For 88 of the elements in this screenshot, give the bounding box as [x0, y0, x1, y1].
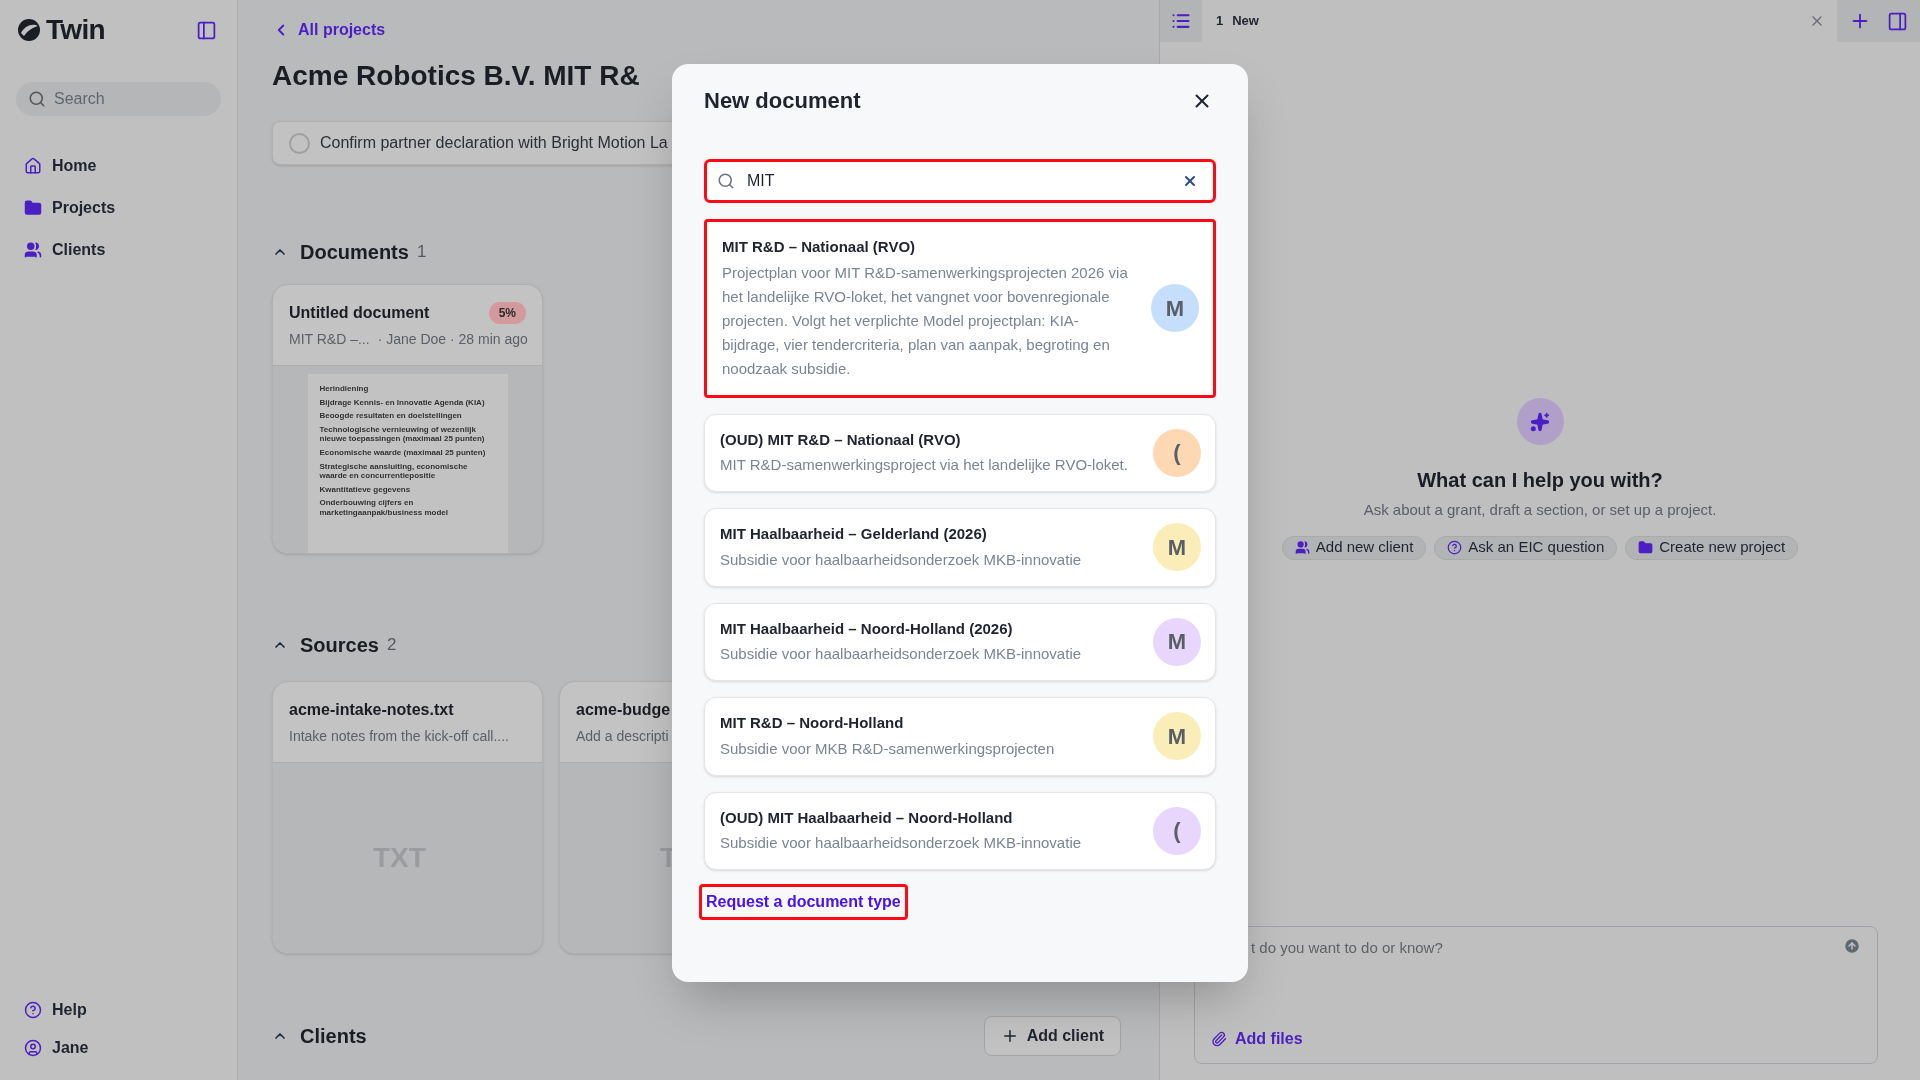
chat-tab[interactable]: 1 New: [1202, 0, 1837, 42]
template-card[interactable]: MIT Haalbaarheid – Noord-Holland (2026) Subsidie voor haalbaarheidsonderzoek MKB-innovatie M: [704, 602, 1216, 681]
template-title: (OUD) MIT R&D – Nationaal (RVO): [720, 429, 962, 450]
template-avatar: M: [1151, 284, 1199, 333]
folder-icon: [24, 199, 42, 217]
nav-item[interactable]: Home: [24, 154, 221, 178]
document-title: Untitled document: [289, 303, 430, 323]
search-icon: [717, 172, 735, 190]
task-label: Confirm partner declaration with Bright Motion La: [320, 133, 668, 153]
add-client-button[interactable]: Add client: [983, 1016, 1121, 1056]
template-avatar: M: [1153, 712, 1201, 761]
nav-item[interactable]: Projects: [24, 196, 221, 220]
request-link[interactable]: Request a document type: [699, 884, 908, 920]
preview-line: Herindiening: [319, 384, 370, 394]
document-meta: · Jane Doe · 28 min ago: [377, 330, 528, 349]
template-avatar: (: [1153, 428, 1201, 477]
template-card[interactable]: (OUD) MIT R&D – Nationaal (RVO) MIT R&D-samenwerkingsproject via het landelijke RVO-loket. (: [704, 413, 1216, 492]
panel-icon[interactable]: [1887, 10, 1908, 32]
suggestion-chip[interactable]: Add new client: [1281, 535, 1427, 560]
sparkle-icon: [1530, 411, 1550, 432]
nav-item[interactable]: Clients: [24, 238, 221, 262]
source-name: acme-budge: [576, 700, 671, 720]
template-title: MIT Haalbaarheid – Noord-Holland (2026): [720, 618, 1014, 639]
source-name: acme-intake-notes.txt: [289, 700, 454, 720]
search-field[interactable]: Search: [16, 82, 221, 116]
document-card[interactable]: [272, 284, 543, 554]
preview-line: Onderbouwing cijfers en marketingaanpak/business model: [319, 498, 449, 518]
source-description: Intake notes from the kick-off call....: [289, 727, 509, 746]
suggestion-chip[interactable]: Ask an EIC question: [1434, 535, 1618, 560]
sidebar-toggle-icon[interactable]: [196, 19, 217, 41]
template-description: Subsidie voor haalbaarheidsonderzoek MKB-innovatie: [720, 644, 1083, 664]
section-title: Clients: [300, 1024, 367, 1049]
logo-icon: [16, 17, 42, 43]
assistant-heading: What can I help you with?: [1417, 468, 1663, 493]
add-files-link[interactable]: Add files: [1211, 1027, 1303, 1051]
search-field[interactable]: MIT: [704, 159, 1216, 203]
template-card[interactable]: MIT Haalbaarheid – Gelderland (2026) Subsidie voor haalbaarheidsonderzoek MKB-innovatie M: [704, 508, 1216, 587]
assistant-subtitle: Ask about a grant, draft a section, or set up a project.: [1363, 500, 1717, 520]
logo-text: Twin: [46, 16, 105, 44]
source-description: Add a descripti: [576, 727, 669, 746]
dialog-title: New document: [704, 87, 861, 115]
nav-item[interactable]: Jane: [24, 1036, 221, 1060]
suggestion-chip[interactable]: Create new project: [1625, 535, 1799, 560]
template-avatar: (: [1153, 806, 1201, 855]
list-icon: [1171, 11, 1191, 31]
section-title: Documents: [300, 240, 409, 265]
home-icon: [24, 157, 42, 175]
folder-icon: [1638, 540, 1654, 555]
preview-line: Bijdrage Kennis- en Innovatie Agenda (KIA): [319, 397, 486, 408]
preview-line: Strategische aansluiting, economische waarde en concurrentiepositie: [319, 461, 469, 481]
nav-item[interactable]: Help: [24, 998, 221, 1022]
template-title: (OUD) MIT Haalbaarheid – Noord-Holland: [720, 807, 1014, 828]
back-link[interactable]: All projects: [272, 18, 386, 42]
preview-line: Economische waarde (maximaal 25 punten): [319, 447, 487, 458]
clear-icon[interactable]: [1182, 173, 1198, 189]
template-avatar: M: [1153, 617, 1201, 666]
paperclip-icon: [1211, 1031, 1227, 1047]
send-icon[interactable]: [1843, 937, 1861, 955]
progress-badge: 5%: [488, 302, 526, 324]
users-icon: [1294, 540, 1310, 555]
preview-line: Beoogde resultaten en doelstellingen: [319, 411, 463, 421]
section-title: Sources: [300, 633, 379, 658]
template-description: Subsidie voor MKB R&D-samenwerkingsprojecten: [720, 738, 1056, 759]
chat-input-field[interactable]: t do you want to do or know?: [1251, 937, 1843, 961]
user-icon: [24, 1039, 42, 1057]
users-icon: [24, 241, 42, 259]
template-description: Subsidie voor haalbaarheidsonderzoek MKB-innovatie: [720, 833, 1083, 853]
template-avatar: M: [1153, 523, 1201, 572]
template-card[interactable]: [704, 219, 1216, 398]
task-checkbox[interactable]: [289, 132, 310, 154]
template-title: MIT R&D – Noord-Holland: [720, 713, 905, 733]
preview-line: Kwantitatieve gegevens: [319, 484, 412, 495]
template-description: MIT R&D-samenwerkingsproject via het landelijke RVO-loket.: [720, 455, 1129, 475]
template-card[interactable]: MIT R&D – Noord-Holland Subsidie voor MKB R&D-samenwerkingsprojecten M: [704, 697, 1216, 776]
list-button[interactable]: [1160, 0, 1202, 42]
template-card[interactable]: (OUD) MIT Haalbaarheid – Noord-Holland Subsidie voor haalbaarheidsonderzoek MKB-innovatie (: [704, 791, 1216, 870]
template-title: MIT Haalbaarheid – Gelderland (2026): [720, 524, 988, 544]
section-count: 1: [416, 241, 427, 264]
search-icon: [28, 90, 46, 108]
template-description: Projectplan voor MIT R&D-samenwerkingsprojecten 2026 via het landelijke RVO-loket, het vangnet voor bovenregionale projecten. Volgt het verplichte Model projectplan: KIA-bijdrage, vier tendercriteria, plan van aanpak, begroting en noodzaak subsidie.: [722, 262, 1129, 379]
help-icon: [24, 1001, 42, 1019]
help-icon: [1447, 540, 1463, 555]
document-type: MIT R&D –...: [289, 330, 370, 349]
preview-line: Technologische vernieuwing of wezenlijk nieuwe toepassingen (maximaal 25 punten): [319, 424, 486, 444]
section-count: 2: [386, 634, 397, 657]
template-title: MIT R&D – Nationaal (RVO): [722, 237, 917, 257]
project-title: Acme Robotics B.V. MIT R&: [272, 59, 640, 93]
template-description: Subsidie voor haalbaarheidsonderzoek MKB-innovatie: [720, 549, 1083, 570]
